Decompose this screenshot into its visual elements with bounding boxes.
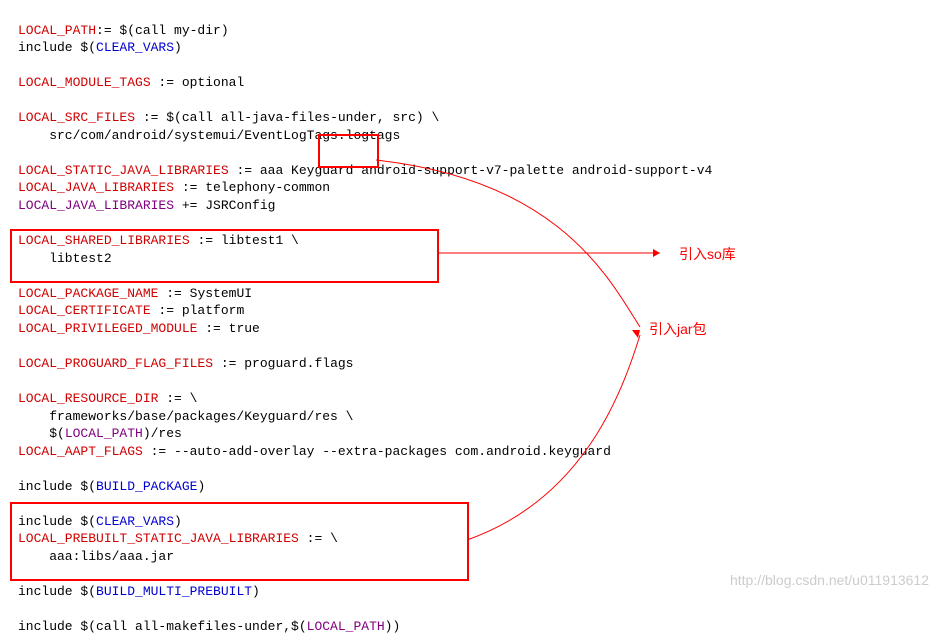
annotation-so: 引入so库 bbox=[679, 245, 736, 264]
kw-java-libs1: LOCAL_JAVA_LIBRARIES bbox=[18, 180, 174, 195]
kw-static-java-libs: LOCAL_STATIC_JAVA_LIBRARIES bbox=[18, 163, 229, 178]
kw-java-libs2: LOCAL_JAVA_LIBRARIES bbox=[18, 198, 174, 213]
kw-aapt-flags: LOCAL_AAPT_FLAGS bbox=[18, 444, 143, 459]
kw-package-name: LOCAL_PACKAGE_NAME bbox=[18, 286, 158, 301]
kw-shared-libs: LOCAL_SHARED_LIBRARIES bbox=[18, 233, 190, 248]
kw-privileged: LOCAL_PRIVILEGED_MODULE bbox=[18, 321, 197, 336]
kw-certificate: LOCAL_CERTIFICATE bbox=[18, 303, 151, 318]
code-block: LOCAL_PATH:= $(call my-dir) include $(CL… bbox=[0, 0, 939, 636]
kw-module-tags: LOCAL_MODULE_TAGS bbox=[18, 75, 151, 90]
kw-resource-dir: LOCAL_RESOURCE_DIR bbox=[18, 391, 158, 406]
annotation-jar: 引入jar包 bbox=[649, 320, 707, 339]
kw-proguard: LOCAL_PROGUARD_FLAG_FILES bbox=[18, 356, 213, 371]
kw-prebuilt-static: LOCAL_PREBUILT_STATIC_JAVA_LIBRARIES bbox=[18, 531, 299, 546]
kw-src-files: LOCAL_SRC_FILES bbox=[18, 110, 135, 125]
watermark: http://blog.csdn.net/u011913612 bbox=[730, 571, 929, 590]
kw-local-path: LOCAL_PATH bbox=[18, 23, 96, 38]
